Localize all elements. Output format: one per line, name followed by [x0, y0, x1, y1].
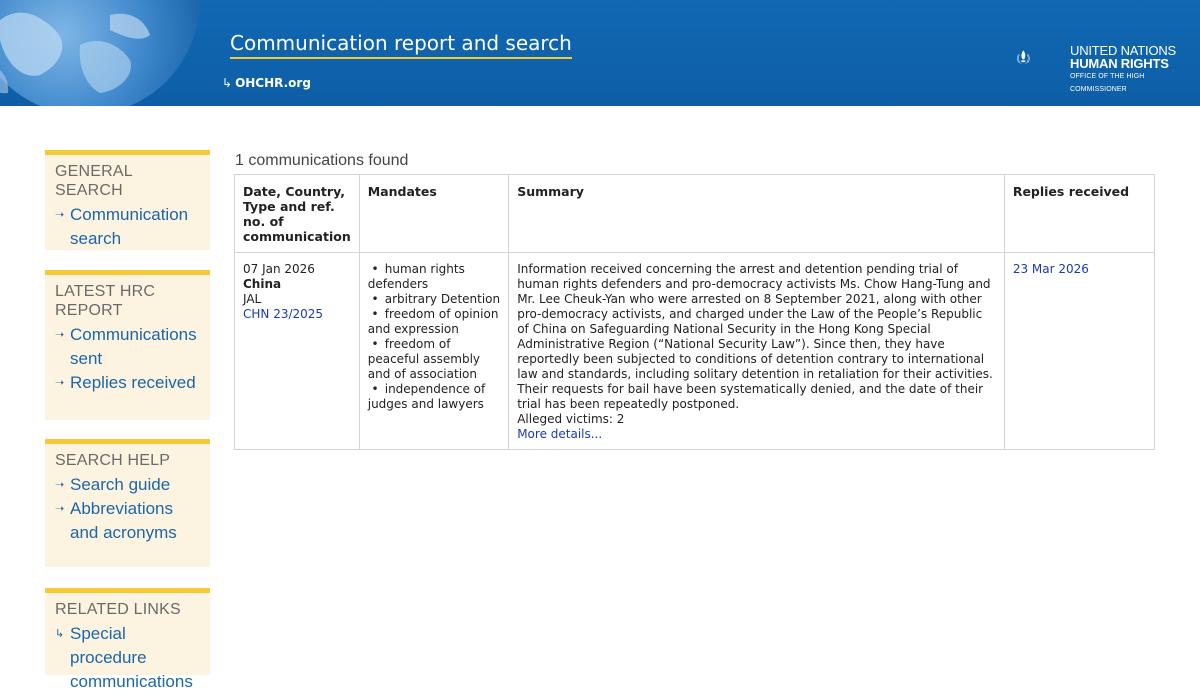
results-count: 1 communications found [235, 152, 409, 169]
list-item: • arbitrary Detention [367, 292, 501, 306]
sidebar-heading: RELATED LINKS [55, 601, 181, 618]
cell-date-country: 07 Jan 2026 China JAL CHN 23/2025 [234, 252, 360, 450]
summary-text: Information received concerning the arre… [517, 262, 993, 411]
arrow-bullet-icon: ➝ [55, 377, 65, 389]
cell-mandates: • human rights defenders • arbitrary Deten… [358, 252, 510, 450]
sidebar-item-label: Abbreviations and acronyms [70, 499, 177, 542]
site-header: Communication report and search ↳ OHCHR.o… [0, 0, 1200, 106]
sidebar-item-label: Search guide [70, 475, 171, 494]
arrow-bullet-icon: ➝ [55, 329, 65, 341]
arrow-bullet-icon: ➝ [55, 479, 65, 491]
communication-type: JAL [243, 292, 262, 306]
sidebar-item-communication-search[interactable]: ➝ Communication search [55, 203, 204, 251]
column-header-replies: Replies received [1003, 174, 1156, 253]
return-arrow-icon: ↳ [55, 628, 65, 640]
home-link-label: OHCHR.org [235, 76, 311, 90]
un-logo-text[interactable]: UNITED NATIONS HUMAN RIGHTS OFFICE OF TH… [1070, 44, 1200, 96]
alleged-victims: Alleged victims: 2 [517, 412, 625, 426]
sidebar-item-label: Replies received [70, 373, 196, 392]
column-header-summary: Summary [508, 174, 1005, 253]
communication-date: 07 Jan 2026 [243, 262, 315, 276]
arrow-bullet-icon: ➝ [55, 209, 65, 221]
sidebar-item-replies-received[interactable]: ➝ Replies received [55, 371, 204, 395]
column-header-mandates: Mandates [358, 174, 510, 253]
un-emblem-icon[interactable] [1016, 28, 1066, 88]
sidebar-item-label: Special procedure communications [70, 624, 193, 691]
table-header-row: Date, Country, Type and ref. no. of comm… [234, 174, 1156, 253]
page-title[interactable]: Communication report and search [230, 30, 572, 59]
return-arrow-icon: ↳ [222, 76, 233, 90]
mandates-list: • human rights defenders • arbitrary Deten… [368, 262, 500, 412]
sidebar-general-search: GENERAL SEARCH ➝ Communication search [45, 150, 210, 250]
communication-country: China [243, 277, 282, 291]
logo-line3: OFFICE OF THE HIGH COMMISSIONER [1070, 73, 1145, 93]
cell-summary: Information received concerning the arre… [508, 252, 1005, 450]
sidebar-item-communications-sent[interactable]: ➝ Communications sent [55, 323, 204, 371]
list-item: • independence of judges and lawyers [367, 382, 486, 411]
list-item: • freedom of opinion and expression [367, 307, 499, 336]
sidebar-heading: SEARCH HELP [55, 452, 171, 469]
arrow-bullet-icon: ➝ [55, 503, 65, 515]
list-item: • human rights defenders [367, 262, 465, 291]
sidebar-search-help: SEARCH HELP ➝ Search guide ➝ Abbreviatio… [45, 439, 210, 567]
reply-date-link[interactable]: 23 Mar 2026 [1013, 262, 1146, 277]
sidebar-item-special-procedure[interactable]: ↳ Special procedure communications [55, 622, 204, 694]
sidebar-item-label: Communication search [70, 205, 189, 248]
sidebar-heading: LATEST HRC REPORT [55, 283, 156, 319]
globe-icon [0, 0, 200, 106]
sidebar-heading: GENERAL SEARCH [55, 163, 133, 199]
cell-replies: 23 Mar 2026 [1003, 252, 1156, 450]
sidebar-item-label: Communications sent [70, 325, 197, 368]
list-item: • freedom of peaceful assembly and of ass… [367, 337, 481, 381]
more-details-link[interactable]: More details... [517, 427, 996, 442]
results-table: Date, Country, Type and ref. no. of comm… [234, 174, 1156, 450]
sidebar-latest-report: LATEST HRC REPORT ➝ Communications sent … [45, 270, 210, 420]
logo-line2: HUMAN RIGHTS [1070, 56, 1169, 71]
sidebar-item-search-guide[interactable]: ➝ Search guide [55, 473, 204, 497]
sidebar-item-abbreviations[interactable]: ➝ Abbreviations and acronyms [55, 497, 204, 545]
column-header-date: Date, Country, Type and ref. no. of comm… [234, 174, 360, 253]
home-link[interactable]: ↳ OHCHR.org [222, 76, 311, 90]
sidebar-related-links: RELATED LINKS ↳ Special procedure commun… [45, 588, 210, 691]
communication-ref-link[interactable]: CHN 23/2025 [243, 307, 351, 322]
table-row: 07 Jan 2026 China JAL CHN 23/2025 • human… [234, 252, 1156, 450]
